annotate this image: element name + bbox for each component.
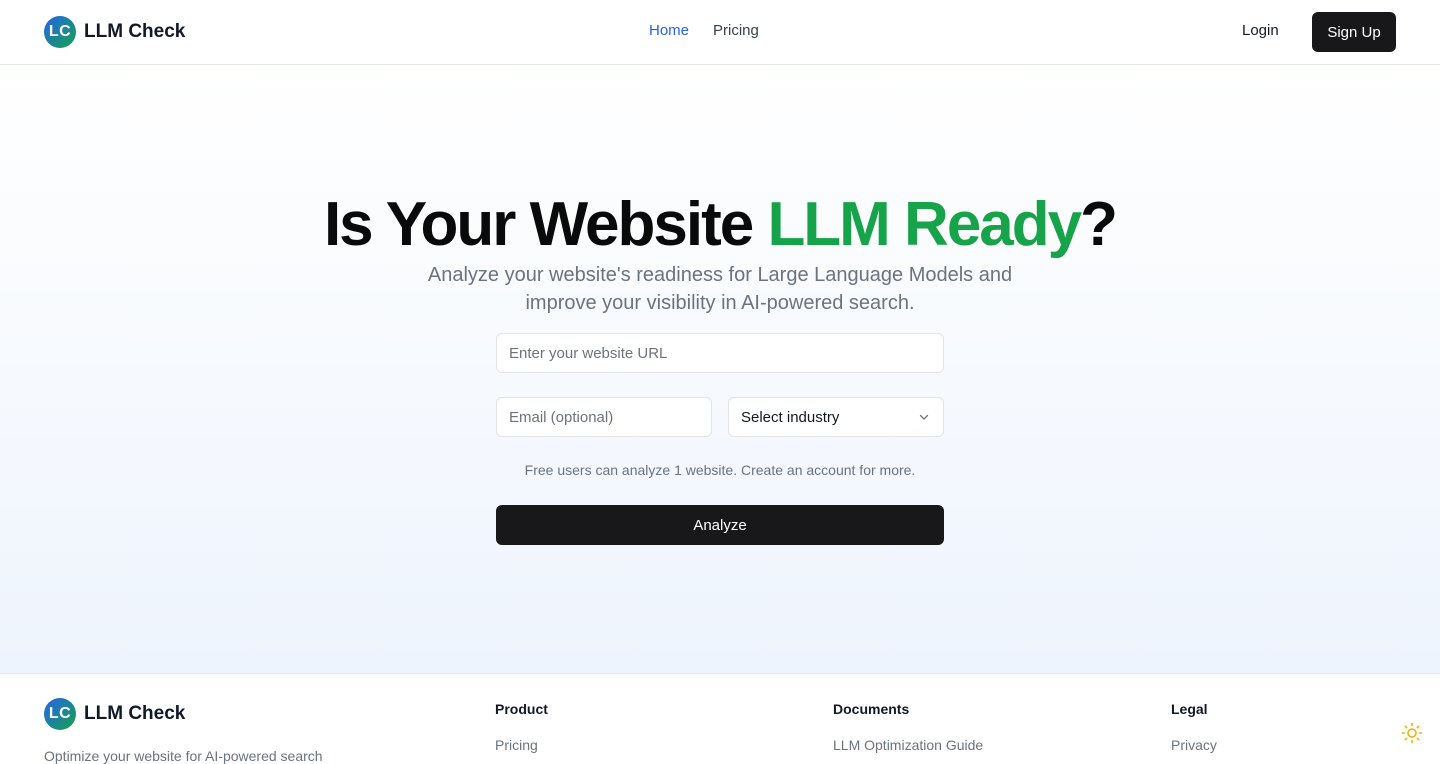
footer-tagline: Optimize your website for AI-powered sea… bbox=[44, 748, 323, 764]
hero-title-prefix: Is Your Website bbox=[323, 190, 768, 259]
footer-column-legal: Legal Privacy bbox=[1171, 701, 1217, 753]
hero-title-accent: LLM Ready bbox=[767, 190, 1082, 259]
footer-column-product: Product Pricing bbox=[495, 701, 548, 753]
footer-heading-product: Product bbox=[495, 701, 548, 717]
footer-heading-legal: Legal bbox=[1171, 701, 1208, 717]
logo-badge: LC bbox=[44, 16, 76, 48]
website-url-input[interactable] bbox=[496, 333, 944, 373]
main-nav: Home Pricing bbox=[649, 22, 759, 39]
footer-heading-documents: Documents bbox=[833, 701, 910, 717]
brand-name: LLM Check bbox=[84, 21, 186, 42]
nav-pricing[interactable]: Pricing bbox=[713, 22, 759, 39]
footer-logo-badge: LC bbox=[44, 698, 76, 730]
footer-link-llm-guide[interactable]: LLM Optimization Guide bbox=[833, 737, 983, 753]
hero-title: Is Your Website LLM Ready? bbox=[0, 190, 1440, 260]
login-link[interactable]: Login bbox=[1242, 22, 1279, 39]
site-footer: LC LLM Check Optimize your website for A… bbox=[0, 673, 1440, 764]
email-input[interactable] bbox=[496, 397, 712, 437]
industry-select-value: Select industry bbox=[741, 408, 840, 426]
free-users-note: Free users can analyze 1 website. Create… bbox=[524, 462, 916, 478]
hero-title-suffix: ? bbox=[1080, 190, 1118, 259]
brand-logo[interactable]: LC LLM Check bbox=[44, 16, 185, 48]
hero-subtitle: Analyze your website's readiness for Lar… bbox=[427, 264, 1013, 314]
hero-section: Is Your Website LLM Ready? Analyze your … bbox=[0, 65, 1440, 673]
footer-column-documents: Documents LLM Optimization Guide bbox=[833, 701, 983, 753]
industry-select[interactable]: Select industry bbox=[728, 397, 944, 437]
site-header: LC LLM Check Home Pricing Login Sign Up bbox=[0, 0, 1440, 65]
analyze-button[interactable]: Analyze bbox=[496, 505, 944, 545]
footer-brand-logo[interactable]: LC LLM Check bbox=[44, 698, 185, 730]
footer-link-pricing[interactable]: Pricing bbox=[495, 737, 548, 753]
footer-brand-name: LLM Check bbox=[84, 703, 186, 724]
sun-icon[interactable] bbox=[1400, 721, 1424, 745]
nav-home[interactable]: Home bbox=[649, 22, 689, 39]
chevron-down-icon bbox=[917, 410, 931, 424]
signup-button[interactable]: Sign Up bbox=[1312, 12, 1396, 52]
footer-link-privacy[interactable]: Privacy bbox=[1171, 737, 1217, 753]
